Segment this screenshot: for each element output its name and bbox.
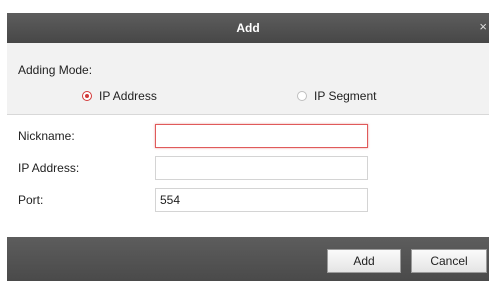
adding-mode-label: Adding Mode: [18, 63, 93, 77]
nickname-field[interactable] [155, 124, 368, 148]
radio-ip-address[interactable]: IP Address [82, 89, 157, 103]
ip-address-label: IP Address: [18, 161, 80, 175]
dialog-titlebar: Add × [7, 13, 489, 43]
radio-dot-icon [85, 94, 89, 98]
dialog-title: Add [236, 21, 260, 35]
radio-ip-segment[interactable]: IP Segment [297, 89, 376, 103]
radio-ip-address-label: IP Address [99, 89, 157, 103]
ip-address-field[interactable] [155, 156, 368, 180]
section-divider [7, 114, 489, 115]
add-device-dialog: Add × Adding Mode: IP Address IP Segment… [0, 0, 489, 281]
dialog-footer: Add Cancel [7, 237, 489, 281]
radio-ip-segment-label: IP Segment [314, 89, 377, 103]
cancel-button[interactable]: Cancel [411, 249, 487, 273]
port-label: Port: [18, 193, 44, 207]
close-icon[interactable]: × [479, 20, 487, 34]
add-button[interactable]: Add [327, 249, 401, 273]
adding-mode-section: Adding Mode: IP Address IP Segment [7, 43, 489, 114]
nickname-label: Nickname: [18, 129, 75, 143]
radio-unchecked-icon [297, 91, 307, 101]
radio-checked-icon [82, 91, 92, 101]
port-field[interactable] [155, 188, 368, 212]
